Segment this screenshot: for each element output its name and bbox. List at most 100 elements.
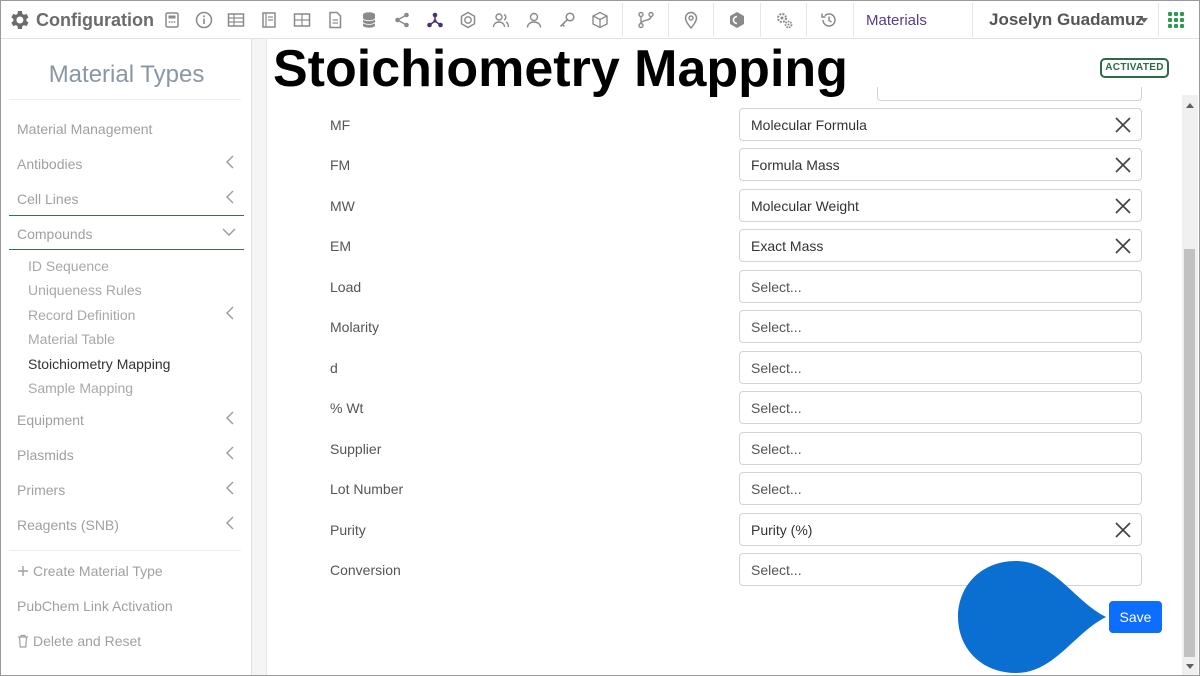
mapping-select[interactable]: Formula Mass — [739, 148, 1142, 181]
field-label: d — [330, 360, 338, 376]
selected-value: Molecular Weight — [751, 198, 859, 214]
history-icon[interactable] — [818, 9, 840, 31]
divider — [9, 99, 241, 100]
field-label: EM — [330, 238, 351, 254]
mapping-select[interactable]: Molecular Formula — [739, 108, 1142, 141]
mapping-select[interactable]: Select... — [739, 472, 1142, 505]
toolbar-separator — [713, 3, 714, 37]
sidebar-item-reagents-snb[interactable]: Reagents (SNB) — [17, 517, 119, 533]
sidebar-item-cell-lines[interactable]: Cell Lines — [17, 191, 78, 207]
field-label: Lot Number — [330, 481, 404, 497]
calculator-icon[interactable] — [161, 9, 183, 31]
sidebar-item-compounds[interactable]: Compounds — [17, 226, 93, 242]
sidebar-subitem-record-definition[interactable]: Record Definition — [28, 307, 135, 323]
clear-icon[interactable] — [1114, 197, 1132, 215]
pubchem-link-activation-link[interactable]: PubChem Link Activation — [17, 598, 173, 614]
hexagon-icon[interactable] — [457, 9, 479, 31]
caret-down-icon[interactable] — [1140, 18, 1148, 23]
mapping-select[interactable]: Select... — [739, 432, 1142, 465]
divider — [9, 550, 241, 551]
select-placeholder: Select... — [751, 400, 802, 416]
mapping-select[interactable]: Exact Mass — [739, 229, 1142, 262]
info-icon[interactable] — [193, 9, 215, 31]
document-icon[interactable] — [324, 9, 346, 31]
chevron-left-icon[interactable] — [225, 190, 235, 204]
scroll-down-icon[interactable] — [1186, 664, 1194, 669]
save-button[interactable]: Save — [1109, 601, 1162, 633]
sidebar-item-primers[interactable]: Primers — [17, 482, 65, 498]
users-icon[interactable] — [490, 9, 512, 31]
chevron-left-icon[interactable] — [225, 481, 235, 495]
workflow-icon[interactable] — [635, 9, 657, 31]
clear-icon[interactable] — [1114, 237, 1132, 255]
user-icon[interactable] — [523, 9, 545, 31]
select-placeholder: Select... — [751, 279, 802, 295]
app-title: Configuration — [36, 9, 154, 30]
delete-and-reset-label: Delete and Reset — [33, 633, 142, 649]
field-box-partial[interactable] — [877, 87, 1142, 101]
selected-value: Exact Mass — [751, 238, 824, 254]
plugin-icon[interactable] — [726, 9, 748, 31]
field-label: Conversion — [330, 562, 401, 578]
select-placeholder: Select... — [751, 481, 802, 497]
mapping-select[interactable]: Select... — [739, 270, 1142, 303]
network-icon[interactable] — [424, 9, 446, 31]
chevron-left-icon[interactable] — [225, 411, 235, 425]
content-gutter — [252, 39, 267, 675]
sidebar-subitem-sample-mapping[interactable]: Sample Mapping — [28, 380, 133, 396]
grid-table-icon[interactable] — [291, 9, 313, 31]
field-label: MF — [330, 117, 351, 133]
table-icon[interactable] — [225, 9, 247, 31]
mapping-select[interactable]: Select... — [739, 391, 1142, 424]
select-placeholder: Select... — [751, 441, 802, 457]
gear-icon — [11, 11, 29, 29]
share-icon[interactable] — [391, 9, 413, 31]
sidebar-subitem-uniqueness-rules[interactable]: Uniqueness Rules — [28, 282, 142, 298]
field-label: % Wt — [330, 400, 364, 416]
settings-gears-icon[interactable] — [773, 9, 795, 31]
mapping-select[interactable]: Select... — [739, 351, 1142, 384]
delete-and-reset-button[interactable]: Delete and Reset — [17, 633, 141, 649]
create-material-type-button[interactable]: Create Material Type — [17, 563, 163, 579]
clear-icon[interactable] — [1114, 156, 1132, 174]
notebook-icon[interactable] — [258, 9, 280, 31]
key-icon[interactable] — [556, 9, 578, 31]
toolbar-separator — [972, 3, 973, 37]
sidebar-item-antibodies[interactable]: Antibodies — [17, 156, 82, 172]
cube-icon[interactable] — [589, 9, 611, 31]
sidebar-item-equipment[interactable]: Equipment — [17, 412, 84, 428]
scroll-thumb[interactable] — [1184, 249, 1195, 657]
mapping-select[interactable]: Molecular Weight — [739, 189, 1142, 222]
toolbar-separator — [1158, 3, 1159, 37]
sidebar-subitem-stoichiometry-mapping[interactable]: Stoichiometry Mapping — [28, 356, 170, 372]
trash-icon — [18, 634, 28, 648]
apps-grid-icon[interactable] — [1168, 12, 1184, 28]
database-icon[interactable] — [358, 9, 380, 31]
chevron-left-icon[interactable] — [225, 155, 235, 169]
materials-link[interactable]: Materials — [866, 12, 927, 29]
toolbar-separator — [853, 3, 854, 37]
scroll-up-icon[interactable] — [1186, 103, 1194, 108]
chevron-left-icon[interactable] — [225, 446, 235, 460]
sidebar-subitem-material-table[interactable]: Material Table — [28, 331, 115, 347]
brand[interactable]: Configuration — [7, 7, 154, 33]
select-placeholder: Select... — [751, 360, 802, 376]
sidebar-subitem-id-sequence[interactable]: ID Sequence — [28, 258, 109, 274]
selected-value: Purity (%) — [751, 522, 813, 538]
plus-icon — [18, 566, 28, 576]
toolbar-separator — [760, 3, 761, 37]
sidebar-item-material-management[interactable]: Material Management — [17, 121, 152, 137]
vertical-scrollbar[interactable] — [1182, 95, 1198, 675]
clear-icon[interactable] — [1114, 116, 1132, 134]
mapping-select[interactable]: Select... — [739, 310, 1142, 343]
select-placeholder: Select... — [751, 562, 802, 578]
chevron-left-icon[interactable] — [225, 306, 235, 320]
location-pin-icon[interactable] — [680, 9, 702, 31]
clear-icon[interactable] — [1114, 521, 1132, 539]
user-menu[interactable]: Joselyn Guadamuz — [989, 10, 1144, 30]
chevron-down-icon[interactable] — [222, 227, 236, 237]
mapping-select[interactable]: Purity (%) — [739, 513, 1142, 546]
chevron-left-icon[interactable] — [225, 516, 235, 530]
status-badge: ACTIVATED — [1100, 58, 1169, 78]
sidebar-item-plasmids[interactable]: Plasmids — [17, 447, 74, 463]
